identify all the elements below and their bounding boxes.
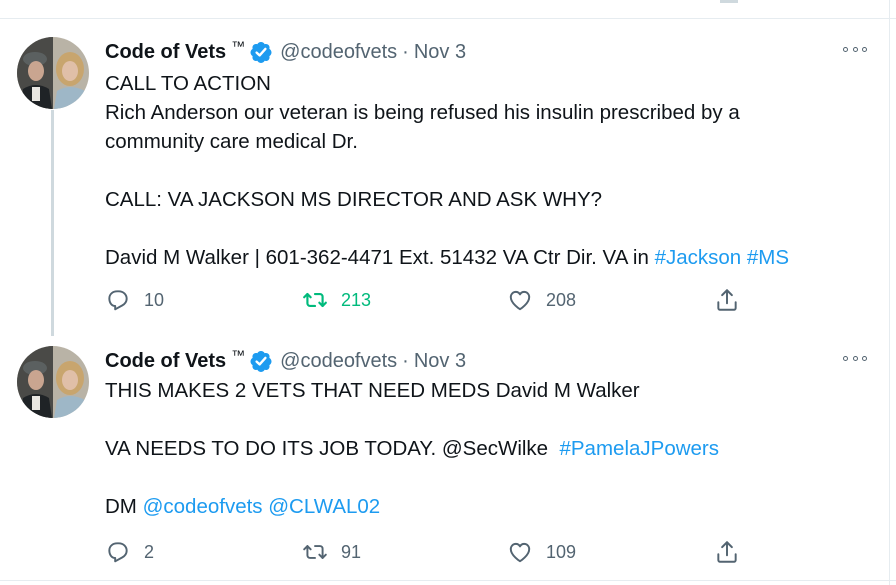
tweet-text-line: David M Walker | 601-362-4471 Ext. 51432… [105,243,875,272]
tweet-actions: 10 213 208 [105,285,765,315]
like-count: 109 [546,541,577,562]
tweet-text-line: CALL: VA JACKSON MS DIRECTOR AND ASK WHY… [105,188,603,211]
like-count: 208 [546,289,577,310]
author-handle[interactable]: @codeofvets [280,350,397,373]
share-button[interactable] [714,537,740,567]
thread-connector-line [51,110,54,336]
share-icon [717,541,737,563]
like-button[interactable]: 208 [507,285,576,315]
tweet-text: THIS MAKES 2 VETS THAT NEED MEDS David M… [105,376,875,521]
tweet-text-line: DM @codeofvets @CLWAL02 [105,492,875,521]
avatar[interactable] [17,37,89,109]
retweet-icon [303,545,327,559]
retweet-count: 213 [341,289,372,310]
reply-icon [108,290,128,311]
avatar[interactable] [17,346,89,418]
retweet-button[interactable]: 213 [302,285,371,315]
tweet-date[interactable]: Nov 3 [414,350,466,373]
tweet-text-segment: VA NEEDS TO DO ITS JOB TODAY. @SecWilke [105,437,560,460]
tweet-text-line: CALL TO ACTION [105,72,271,95]
separator-dot: · [402,349,409,372]
tweet-date[interactable]: Nov 3 [414,41,466,64]
tweet-header: Code of Vets ™ @codeofvets · Nov 3 [105,38,466,65]
retweet-count: 91 [341,541,362,562]
more-options-icon[interactable] [840,39,870,59]
tweet-header: Code of Vets ™ @codeofvets · Nov 3 [105,347,466,374]
reply-button[interactable]: 10 [105,285,164,315]
tweet-text-line: Rich Anderson our veteran is being refus… [105,101,740,124]
trademark-symbol: ™ [231,347,246,363]
trademark-symbol: ™ [231,38,246,54]
hashtag-link[interactable]: #Jackson [655,246,742,269]
retweet-button[interactable]: 91 [302,537,361,567]
mention-link[interactable]: @CLWAL02 [268,495,380,518]
top-stub [720,0,738,3]
tweet-text-line: community care medical Dr. [105,130,358,153]
reply-count: 10 [144,289,165,310]
separator-dot: · [402,40,409,63]
more-options-icon[interactable] [840,348,870,368]
top-divider [0,0,896,19]
author-name[interactable]: Code of Vets [105,350,226,373]
frame-border-right [889,0,890,585]
verified-badge-icon [250,42,272,63]
share-button[interactable] [714,285,740,315]
author-handle[interactable]: @codeofvets [280,41,397,64]
reply-button[interactable]: 2 [105,537,154,567]
tweet-text-line: VA NEEDS TO DO ITS JOB TODAY. @SecWilke … [105,434,875,463]
share-icon [717,289,737,311]
tweet-actions: 2 91 109 [105,537,765,567]
mention-link[interactable]: @codeofvets [143,495,263,518]
like-icon [509,290,531,311]
like-icon [509,542,531,563]
tweet-text-segment: DM [105,495,143,518]
reply-count: 2 [144,541,155,562]
hashtag-link[interactable]: #MS [747,246,789,269]
tweet-text-segment: David M Walker | 601-362-4471 Ext. 51432… [105,246,655,269]
retweet-icon [303,292,327,308]
tweet-text-line: THIS MAKES 2 VETS THAT NEED MEDS David M… [105,379,640,402]
frame-border-bottom [0,580,896,581]
author-name[interactable]: Code of Vets [105,41,226,64]
like-button[interactable]: 109 [507,537,576,567]
reply-icon [108,542,128,563]
hashtag-link[interactable]: #PamelaJPowers [559,437,719,460]
tweet-text: CALL TO ACTION Rich Anderson our veteran… [105,69,875,272]
verified-badge-icon [250,351,272,372]
